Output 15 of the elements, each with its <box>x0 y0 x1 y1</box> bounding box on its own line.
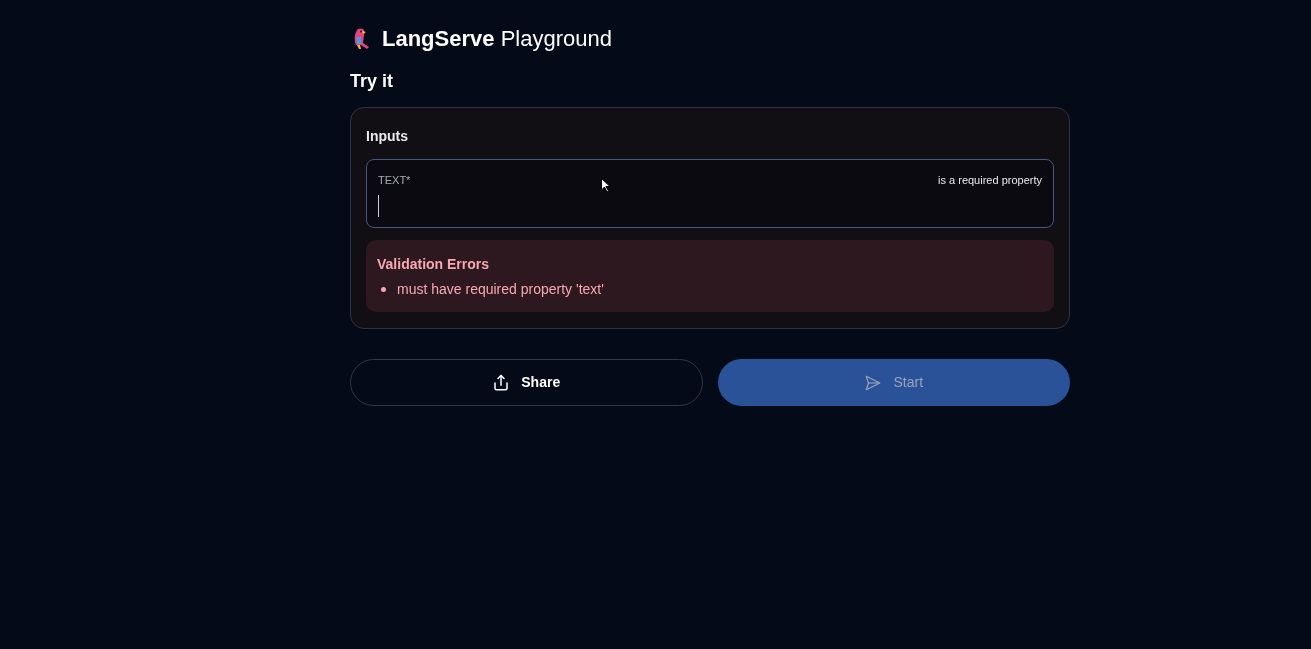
bullet-icon <box>381 287 386 292</box>
inputs-heading: Inputs <box>366 127 409 146</box>
field-label: TEXT* <box>378 173 411 188</box>
field-hint: is a required property <box>938 173 1042 188</box>
share-button[interactable]: Share <box>350 359 703 406</box>
send-icon <box>864 373 883 392</box>
brand-name: LangServe <box>382 26 495 51</box>
app-title: Playground <box>500 26 612 51</box>
error-title: Validation Errors <box>377 255 491 274</box>
text-cursor <box>378 194 379 217</box>
error-message: must have required property 'text' <box>397 280 604 299</box>
section-title: Try it <box>350 70 394 93</box>
mouse-pointer-icon <box>601 178 611 193</box>
text-input-field[interactable]: TEXT* is a required property <box>366 159 1054 228</box>
upload-icon <box>492 373 511 392</box>
